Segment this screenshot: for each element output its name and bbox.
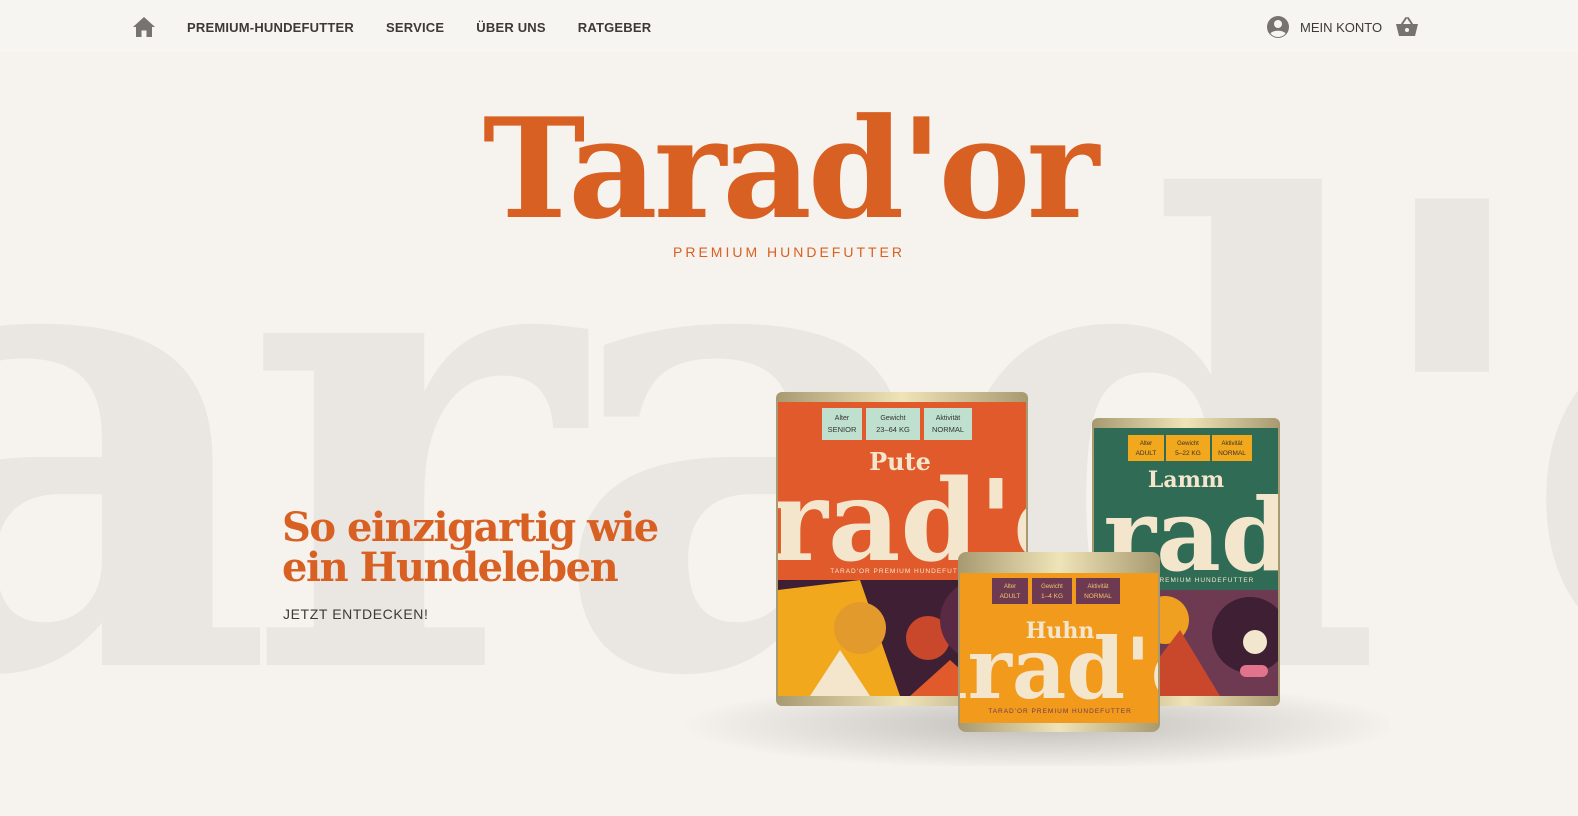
home-icon[interactable] xyxy=(132,16,156,38)
hero-headline: So einzigartig wie ein Hundeleben xyxy=(282,504,659,591)
svg-text:Alter: Alter xyxy=(1140,441,1152,447)
shopping-basket-icon[interactable] xyxy=(1395,16,1419,38)
svg-text:TARAD'OR PREMIUM HUNDEFUTTER: TARAD'OR PREMIUM HUNDEFUTTER xyxy=(830,568,974,575)
logo-wordmark: Tarad'or xyxy=(482,87,1100,250)
account-circle-icon xyxy=(1267,16,1289,38)
svg-text:NORMAL: NORMAL xyxy=(1218,450,1246,457)
account-label: MEIN KONTO xyxy=(1300,19,1383,35)
pute-tags: Alter SENIOR Gewicht 23–64 KG Aktivität … xyxy=(822,408,972,440)
nav-item-premium-hundefutter[interactable]: PREMIUM-HUNDEFUTTER xyxy=(187,20,354,35)
svg-text:SENIOR: SENIOR xyxy=(828,425,857,434)
svg-text:ADULT: ADULT xyxy=(1136,450,1157,457)
svg-text:NORMAL: NORMAL xyxy=(1084,593,1112,600)
nav-item-service[interactable]: SERVICE xyxy=(386,20,444,35)
svg-text:23–64 KG: 23–64 KG xyxy=(876,425,910,434)
svg-text:5–22 KG: 5–22 KG xyxy=(1175,450,1201,457)
svg-text:Aktivität: Aktivität xyxy=(1221,441,1242,447)
lamm-tags: Alter ADULT Gewicht 5–22 KG Aktivität NO… xyxy=(1128,435,1252,461)
svg-text:Aktivität: Aktivität xyxy=(1087,584,1108,590)
nav-item-ueber-uns[interactable]: ÜBER UNS xyxy=(476,20,546,35)
brand-logo[interactable]: Tarad'or PREMIUM HUNDEFUTTER xyxy=(0,87,1578,261)
svg-text:Gewicht: Gewicht xyxy=(1177,441,1199,447)
svg-text:NORMAL: NORMAL xyxy=(932,425,964,434)
svg-text:1–4 KG: 1–4 KG xyxy=(1041,593,1063,600)
svg-text:TARAD'OR PREMIUM HUNDEFUTTER: TARAD'OR PREMIUM HUNDEFUTTER xyxy=(988,708,1132,715)
logo-tagline: PREMIUM HUNDEFUTTER xyxy=(673,244,905,260)
main-nav: PREMIUM-HUNDEFUTTER SERVICE ÜBER UNS RAT… xyxy=(187,0,651,54)
account-link[interactable]: MEIN KONTO xyxy=(1266,15,1382,39)
top-navigation-bar: PREMIUM-HUNDEFUTTER SERVICE ÜBER UNS RAT… xyxy=(0,0,1578,52)
product-cans-image: arad' Alter ADULT Gewicht 5–22 KG Aktivi… xyxy=(680,392,1390,766)
svg-text:ADULT: ADULT xyxy=(1000,593,1021,600)
svg-text:Alter: Alter xyxy=(835,415,850,422)
svg-text:N PREMIUM HUNDEFUTTER: N PREMIUM HUNDEFUTTER xyxy=(1146,577,1255,584)
discover-link[interactable]: JETZT ENTDECKEN! xyxy=(283,606,428,622)
svg-text:Gewicht: Gewicht xyxy=(880,415,905,422)
nav-item-ratgeber[interactable]: RATGEBER xyxy=(578,20,652,35)
svg-text:Alter: Alter xyxy=(1004,584,1016,590)
huhn-tags: Alter ADULT Gewicht 1–4 KG Aktivität NOR… xyxy=(992,578,1120,604)
svg-text:Aktivität: Aktivität xyxy=(936,415,961,422)
huhn-flavor: Huhn xyxy=(1026,618,1095,644)
svg-text:Gewicht: Gewicht xyxy=(1041,584,1063,590)
pute-flavor: Pute xyxy=(869,447,931,476)
lamm-flavor: Lamm xyxy=(1148,467,1224,493)
